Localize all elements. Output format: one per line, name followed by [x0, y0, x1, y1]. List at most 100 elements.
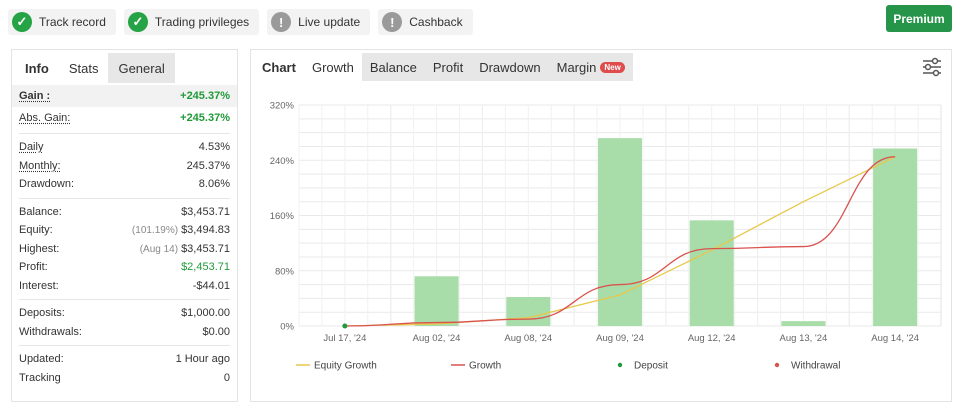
check-icon: ✓ — [12, 12, 32, 32]
equity-value: $3,494.83 — [181, 224, 230, 237]
chart-bar — [506, 296, 551, 326]
check-icon: ✓ — [127, 12, 148, 32]
tab-growth[interactable]: Growth — [303, 53, 362, 81]
badge-label: Trading privileges — [154, 15, 250, 29]
badge-live-update[interactable]: ! Live update — [267, 9, 371, 35]
new-badge: New — [600, 61, 625, 73]
premium-button[interactable]: Premium — [886, 5, 952, 32]
chart-bar — [414, 276, 459, 326]
monthly-label[interactable]: Monthly: — [19, 160, 61, 172]
gain-label[interactable]: Gain : — [19, 90, 50, 102]
chart-bar — [781, 321, 826, 326]
profit-label: Profit: — [19, 261, 48, 274]
chart-bar — [873, 148, 918, 326]
tab-chart[interactable]: Chart — [254, 53, 304, 81]
y-tick-label: 320% — [270, 101, 295, 112]
interest-value: -$44.01 — [192, 279, 230, 292]
equity-note: (101.19%) — [131, 225, 179, 237]
x-tick-label: Aug 13, '24 — [780, 333, 828, 344]
badge-cashback[interactable]: ! Cashback — [378, 9, 473, 35]
deposits-row: Deposits: $1,000.00 — [19, 304, 230, 323]
legend-swatch — [774, 362, 780, 368]
chart-bar — [597, 138, 643, 326]
daily-label[interactable]: Daily — [19, 141, 43, 153]
x-tick-label: Jul 17, '24 — [323, 333, 366, 344]
gain-row: Gain : +245.37% — [12, 85, 237, 107]
badge-label: Cashback — [409, 15, 463, 29]
badge-track-record[interactable]: ✓ Track record — [8, 9, 116, 35]
tab-stats[interactable]: Stats — [58, 53, 109, 83]
divider — [19, 197, 230, 199]
highest-label: Highest: — [19, 242, 60, 255]
tracking-value: 0 — [223, 371, 230, 384]
y-tick-label: 160% — [270, 211, 295, 222]
legend-label: Deposit — [634, 361, 668, 372]
tab-drawdown[interactable]: Drawdown — [471, 53, 549, 81]
monthly-row: Monthly: 245.37% — [19, 157, 230, 176]
deposits-label: Deposits: — [19, 307, 65, 320]
balance-row: Balance: $3,453.71 — [19, 203, 230, 222]
legend-label: Withdrawal — [791, 361, 840, 372]
highest-row: Highest: (Aug 14) $3,453.71 — [19, 240, 230, 259]
exclamation-icon: ! — [382, 12, 403, 32]
updated-row: Updated: 1 Hour ago — [19, 350, 230, 369]
chart-tabs: Chart Growth Balance Profit Drawdown Mar… — [251, 50, 951, 85]
x-tick-label: Aug 08, '24 — [504, 333, 552, 344]
abs-gain-row: Abs. Gain: +245.37% — [19, 107, 230, 129]
withdrawals-row: Withdrawals: $0.00 — [19, 323, 230, 342]
badge-label: Track record — [39, 15, 106, 29]
withdrawals-label: Withdrawals: — [19, 325, 82, 338]
tracking-label: Tracking — [19, 371, 61, 384]
profit-row: Profit: $2,453.71 — [19, 258, 230, 277]
legend-swatch — [617, 362, 623, 368]
exclamation-icon: ! — [271, 12, 292, 32]
deposit-point — [342, 323, 348, 329]
interest-label: Interest: — [19, 279, 59, 292]
highest-note: (Aug 14) — [139, 243, 179, 255]
tab-margin[interactable]: Margin New — [548, 53, 633, 81]
tracking-row: Tracking 0 — [19, 369, 230, 388]
divider — [19, 299, 230, 300]
drawdown-row: Drawdown: 8.06% — [19, 175, 230, 194]
divider — [19, 345, 230, 346]
chart-bar — [689, 220, 734, 326]
drawdown-value: 8.06% — [198, 178, 230, 191]
x-tick-label: Aug 02, '24 — [413, 333, 461, 344]
abs-gain-value: +245.37% — [180, 112, 230, 124]
legend-label: Growth — [469, 361, 501, 372]
tab-balance[interactable]: Balance — [361, 53, 425, 81]
status-badges: ✓ Track record ✓ Trading privileges ! Li… — [8, 9, 473, 35]
withdrawals-value: $0.00 — [202, 325, 230, 338]
profit-value: $2,453.71 — [181, 261, 230, 274]
equity-label: Equity: — [19, 224, 53, 237]
settings-sliders-icon[interactable] — [921, 56, 943, 78]
chart-panel: Chart Growth Balance Profit Drawdown Mar… — [250, 49, 952, 402]
badge-trading-privileges[interactable]: ✓ Trading privileges — [123, 9, 260, 35]
y-tick-label: 0% — [280, 322, 294, 333]
y-tick-label: 240% — [270, 156, 295, 167]
y-tick-label: 80% — [275, 266, 295, 277]
stats-tabs: Info Stats General — [12, 50, 237, 85]
deposits-value: $1,000.00 — [181, 307, 230, 320]
badge-label: Live update — [298, 15, 361, 29]
interest-row: Interest: -$44.01 — [19, 277, 230, 296]
divider — [19, 133, 230, 134]
updated-label: Updated: — [19, 353, 64, 366]
gain-value: +245.37% — [180, 90, 230, 102]
legend-label: Equity Growth — [314, 361, 377, 372]
equity-row: Equity: (101.19%) $3,494.83 — [19, 221, 230, 240]
abs-gain-label[interactable]: Abs. Gain: — [19, 112, 70, 124]
growth-chart: 0% 80% 160% 240% 320% Jul 17, '24 Aug 02, '24 A… — [270, 101, 942, 372]
x-tick-label: Aug 09, '24 — [596, 333, 644, 344]
stats-panel: Info Stats General Gain : +245.37% Abs. … — [11, 49, 238, 402]
tab-general[interactable]: General — [108, 53, 175, 83]
updated-value: 1 Hour ago — [175, 353, 230, 366]
daily-row: Daily 4.53% — [19, 138, 230, 157]
x-tick-label: Aug 12, '24 — [688, 333, 736, 344]
tab-profit[interactable]: Profit — [424, 53, 472, 81]
tab-info[interactable]: Info — [15, 53, 59, 83]
x-tick-label: Aug 14, '24 — [871, 333, 919, 344]
monthly-value: 245.37% — [186, 159, 230, 172]
balance-label: Balance: — [19, 205, 62, 218]
highest-value: $3,453.71 — [181, 242, 230, 255]
